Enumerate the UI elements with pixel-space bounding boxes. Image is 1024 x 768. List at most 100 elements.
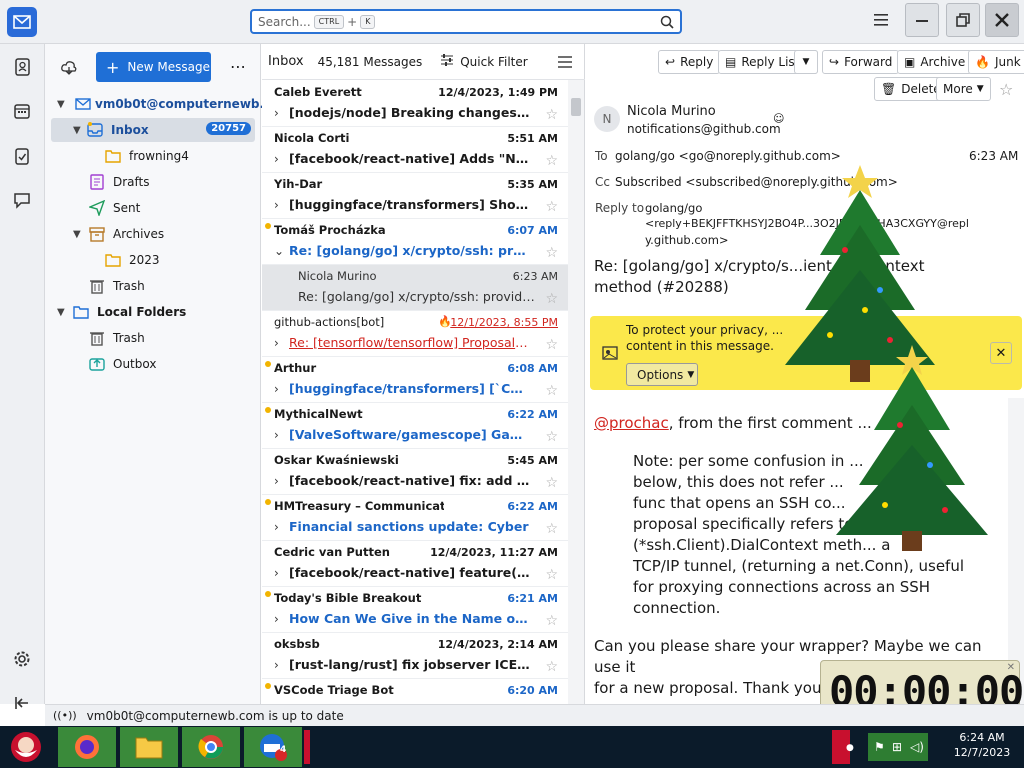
folder-archives[interactable]: ▼ Archives bbox=[45, 222, 261, 246]
message-row[interactable]: Today's Bible Breakout 6:21 AM › How Can We… bbox=[262, 587, 568, 633]
message-row[interactable]: Oskar Kwaśniewski 5:45 AM › [facebook/react… bbox=[262, 449, 568, 495]
chevron-right-icon[interactable]: › bbox=[274, 152, 279, 166]
search-icon[interactable] bbox=[660, 15, 674, 32]
folder-frowning4[interactable]: frowning4 bbox=[45, 144, 261, 168]
options-button[interactable]: Options ▼ bbox=[626, 363, 698, 386]
reader-scrollbar[interactable] bbox=[1008, 398, 1024, 704]
reply-button[interactable]: ↩ Reply bbox=[658, 50, 721, 74]
message-row[interactable]: Yih-Dar 5:35 AM › [huggingface/transformers… bbox=[262, 173, 568, 219]
system-tray[interactable]: ⚑ ⊞ ◁) bbox=[868, 733, 928, 761]
tasks-icon[interactable] bbox=[11, 145, 33, 167]
taskbar-chrome[interactable] bbox=[182, 727, 240, 767]
star-icon[interactable]: ☆ bbox=[545, 199, 558, 215]
chevron-right-icon[interactable]: › bbox=[274, 612, 279, 626]
message-row[interactable]: github-actions[bot] 🔥 12/1/2023, 8:55 PM › R… bbox=[262, 311, 568, 357]
more-button[interactable]: More ▼ bbox=[936, 77, 991, 101]
reply-list-dropdown[interactable]: ▼ bbox=[794, 50, 818, 74]
folder-inbox[interactable]: ▼ Inbox 20757 bbox=[51, 118, 255, 142]
unread-dot-icon[interactable] bbox=[265, 683, 271, 689]
chevron-right-icon[interactable]: › bbox=[274, 658, 279, 672]
taskbar-clock[interactable]: 6:24 AM 12/7/2023 bbox=[942, 730, 1022, 760]
chevron-right-icon[interactable]: › bbox=[274, 566, 279, 580]
message-row[interactable]: Arthur 6:08 AM › [huggingface/transformers]… bbox=[262, 357, 568, 403]
chevron-down-icon[interactable]: ▼ bbox=[57, 99, 65, 110]
star-icon[interactable]: ☆ bbox=[545, 291, 558, 307]
message-row[interactable]: Tomáš Procházka 6:07 AM ⌄ Re: [golang/go] x… bbox=[262, 219, 568, 265]
star-icon[interactable]: ☆ bbox=[545, 107, 558, 123]
message-row[interactable]: HMTreasury – Communications 6:22 AM › Finan… bbox=[262, 495, 568, 541]
settings-gear-icon[interactable] bbox=[11, 648, 33, 670]
unread-dot-icon[interactable] bbox=[265, 361, 271, 367]
search-input[interactable]: Search... CTRL + K bbox=[250, 9, 682, 34]
local-folders-row[interactable]: ▼ Local Folders bbox=[45, 300, 261, 324]
menu-icon[interactable] bbox=[874, 13, 890, 27]
message-list-scrollbar[interactable] bbox=[568, 80, 584, 704]
quick-filter-button[interactable]: Quick Filter bbox=[460, 55, 527, 69]
chevron-right-icon[interactable]: › bbox=[274, 428, 279, 442]
message-row[interactable]: Caleb Everett 12/4/2023, 1:49 PM › [nodejs/… bbox=[262, 81, 568, 127]
mail-space-icon[interactable] bbox=[7, 7, 37, 37]
star-icon[interactable]: ☆ bbox=[545, 153, 558, 169]
star-icon[interactable]: ☆ bbox=[545, 429, 558, 445]
junk-button[interactable]: 🔥 Junk bbox=[968, 50, 1024, 74]
contact-icon[interactable]: ☺ bbox=[773, 112, 784, 125]
collapse-toolbar-icon[interactable] bbox=[11, 692, 33, 714]
chevron-right-icon[interactable]: › bbox=[274, 198, 279, 212]
archive-button[interactable]: ▣ Archive bbox=[897, 50, 973, 74]
chevron-right-icon[interactable]: › bbox=[274, 474, 279, 488]
folder-trash[interactable]: Trash bbox=[45, 274, 261, 298]
chevron-right-icon[interactable]: › bbox=[274, 106, 279, 120]
from-name[interactable]: Nicola Murino bbox=[627, 104, 716, 119]
message-row[interactable]: MythicalNewt 6:22 AM › [ValveSoftware/games… bbox=[262, 403, 568, 449]
start-button[interactable] bbox=[0, 727, 52, 767]
chevron-right-icon[interactable]: › bbox=[274, 336, 279, 350]
chevron-down-icon[interactable]: ▼ bbox=[57, 307, 65, 318]
star-icon[interactable]: ☆ bbox=[999, 80, 1013, 99]
star-icon[interactable]: ☆ bbox=[545, 521, 558, 537]
chevron-down-icon[interactable]: ⌄ bbox=[274, 244, 284, 258]
unread-dot-icon[interactable] bbox=[265, 591, 271, 597]
folder-outbox[interactable]: Outbox bbox=[45, 352, 261, 376]
reply-to-value-line3[interactable]: y.github.com> bbox=[645, 233, 729, 247]
new-message-button[interactable]: + New Message bbox=[96, 52, 211, 82]
from-email[interactable]: notifications@github.com bbox=[627, 122, 781, 136]
taskbar-firefox[interactable] bbox=[58, 727, 116, 767]
list-display-options-icon[interactable] bbox=[557, 55, 573, 72]
unread-dot-icon[interactable] bbox=[265, 407, 271, 413]
star-icon[interactable]: ☆ bbox=[545, 383, 558, 399]
folder-drafts[interactable]: Drafts bbox=[45, 170, 261, 194]
taskbar-thunderbird[interactable]: 4 bbox=[244, 727, 302, 767]
reply-to-value-line1[interactable]: golang/go bbox=[645, 201, 702, 215]
close-icon[interactable]: ✕ bbox=[1007, 662, 1015, 673]
taskbar-file-explorer[interactable] bbox=[120, 727, 178, 767]
account-row[interactable]: ▼ vm0b0t@computernewb.... bbox=[45, 92, 278, 116]
star-icon[interactable]: ☆ bbox=[545, 337, 558, 353]
action-center-icon[interactable]: ⚑ bbox=[874, 740, 885, 754]
scrollbar-thumb[interactable] bbox=[571, 98, 581, 116]
chevron-down-icon[interactable]: ▼ bbox=[73, 125, 81, 136]
folder-pane-more-button[interactable]: ⋯ bbox=[230, 57, 246, 76]
star-icon[interactable]: ☆ bbox=[545, 613, 558, 629]
folder-sent[interactable]: Sent bbox=[45, 196, 261, 220]
star-icon[interactable]: ☆ bbox=[545, 475, 558, 491]
star-icon[interactable]: ☆ bbox=[545, 567, 558, 583]
close-button[interactable] bbox=[985, 3, 1019, 37]
folder-2023[interactable]: 2023 bbox=[45, 248, 261, 272]
online-status-icon[interactable]: ((•)) bbox=[53, 709, 77, 722]
folder-local-trash[interactable]: Trash bbox=[45, 326, 261, 350]
network-icon[interactable]: ⊞ bbox=[892, 740, 902, 754]
unread-dot-icon[interactable] bbox=[265, 223, 271, 229]
star-icon[interactable]: ☆ bbox=[545, 245, 558, 261]
chevron-right-icon[interactable]: › bbox=[274, 382, 279, 396]
mention-link[interactable]: @prochac bbox=[594, 414, 669, 432]
unread-dot-icon[interactable] bbox=[265, 499, 271, 505]
message-row[interactable]: Nicola Murino 6:23 AM Re: [golang/go] x/cr… bbox=[262, 265, 568, 311]
restore-button[interactable] bbox=[946, 3, 980, 37]
volume-icon[interactable]: ◁) bbox=[910, 740, 924, 754]
message-row[interactable]: Nicola Corti 5:51 AM › [facebook/react-nati… bbox=[262, 127, 568, 173]
minimize-button[interactable] bbox=[905, 3, 939, 37]
chat-icon[interactable] bbox=[11, 189, 33, 211]
chevron-down-icon[interactable]: ▼ bbox=[73, 229, 81, 240]
forward-button[interactable]: ↪ Forward bbox=[822, 50, 900, 74]
chevron-right-icon[interactable]: › bbox=[274, 520, 279, 534]
